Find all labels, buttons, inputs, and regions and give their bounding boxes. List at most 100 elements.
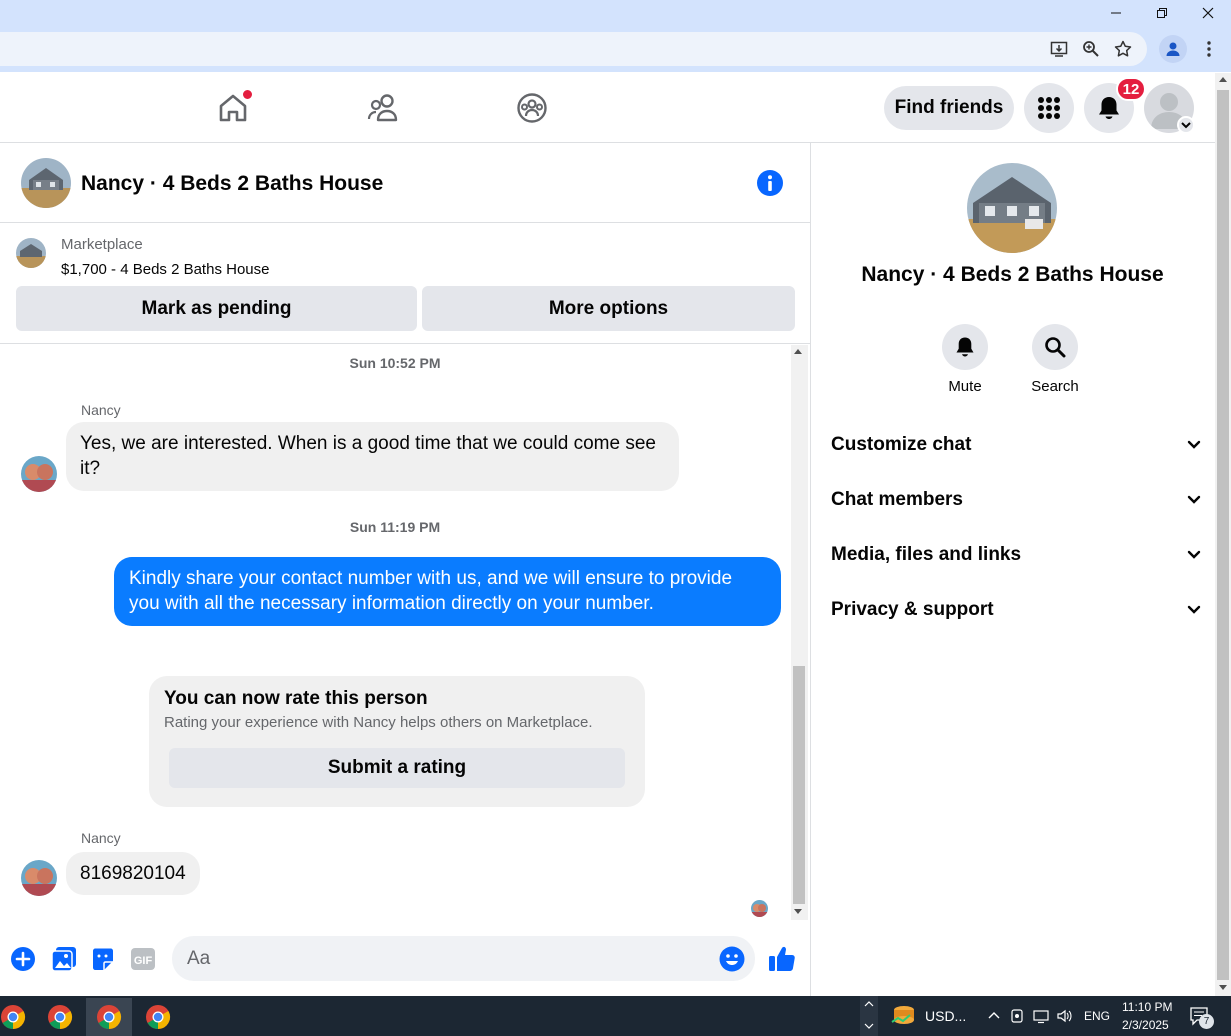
minimize-icon <box>1111 12 1121 14</box>
scroll-up-arrow[interactable] <box>794 349 802 354</box>
bell-icon <box>956 337 974 357</box>
submit-rating-button[interactable]: Submit a rating <box>169 748 625 788</box>
section-label: Customize chat <box>831 434 972 455</box>
conversation-info-button[interactable] <box>757 170 783 196</box>
nav-friends[interactable] <box>363 88 403 128</box>
info-icon <box>768 175 772 191</box>
bell-icon <box>1099 97 1119 119</box>
listing-thumbnail <box>16 238 46 268</box>
sticker-button[interactable] <box>88 944 118 974</box>
house-thumbnail-image <box>967 163 1057 253</box>
taskbar-chrome-4[interactable] <box>135 998 181 1036</box>
home-notification-dot <box>242 89 253 100</box>
taskbar-chrome-2[interactable] <box>37 998 83 1036</box>
message-bubble-incoming[interactable]: Yes, we are interested. When is a good t… <box>66 422 679 491</box>
marketplace-label: Marketplace <box>61 236 143 253</box>
nancy-avatar[interactable] <box>21 860 57 896</box>
message-input[interactable] <box>172 936 692 981</box>
mute-button[interactable] <box>942 324 988 370</box>
section-customize-chat[interactable]: Customize chat <box>831 430 1201 460</box>
mark-as-pending-button[interactable]: Mark as pending <box>16 286 417 331</box>
tray-meet-now[interactable] <box>1010 1008 1024 1024</box>
chevron-down-icon <box>1187 440 1201 449</box>
message-timestamp: Sun 10:52 PM <box>349 355 441 371</box>
section-privacy-support[interactable]: Privacy & support <box>831 595 1201 625</box>
account-menu-chevron[interactable] <box>1177 116 1195 134</box>
notifications-badge: 12 <box>1116 77 1146 101</box>
page-scroll-down-arrow[interactable] <box>1219 985 1227 990</box>
attach-media-button[interactable] <box>49 944 79 974</box>
message-timestamp: Sun 11:19 PM <box>349 519 441 535</box>
zoom-button[interactable] <box>1077 35 1105 63</box>
profile-icon <box>1166 42 1180 56</box>
emoji-button[interactable] <box>719 946 745 972</box>
nancy-avatar[interactable] <box>21 456 57 492</box>
message-bubble-incoming[interactable]: 8169820104 <box>66 852 200 895</box>
emoji-icon <box>719 946 745 972</box>
section-label: Chat members <box>831 489 963 510</box>
install-icon <box>1050 41 1068 57</box>
photo-icon <box>51 947 76 972</box>
taskbar-scroll-area[interactable] <box>860 996 878 1036</box>
taskbar-chrome-1[interactable] <box>0 998 36 1036</box>
search-icon <box>1045 337 1066 358</box>
more-options-button[interactable]: More options <box>422 286 795 331</box>
more-actions-button[interactable] <box>8 944 38 974</box>
profile-button[interactable] <box>1159 35 1187 63</box>
section-label: Media, files and links <box>831 544 1022 565</box>
minimize-button[interactable] <box>1093 0 1139 26</box>
search-button[interactable] <box>1032 324 1078 370</box>
search-action[interactable]: Search <box>1010 324 1100 395</box>
menu-button[interactable] <box>1024 83 1074 133</box>
close-window-button[interactable] <box>1185 0 1231 26</box>
groups-icon <box>517 93 547 123</box>
tray-volume[interactable] <box>1056 1008 1074 1024</box>
action-center-badge: 7 <box>1199 1014 1214 1029</box>
message-bubble-outgoing[interactable]: Kindly share your contact number with us… <box>114 557 781 626</box>
chat-title[interactable]: Nancy · 4 Beds 2 Baths House <box>81 172 383 196</box>
chevron-down-icon <box>1187 495 1201 504</box>
tray-time[interactable]: 11:10 PM <box>1122 1000 1172 1014</box>
tray-overflow-button[interactable] <box>987 1008 1001 1022</box>
person-avatar-image <box>751 900 768 917</box>
chat-scrollbar-thumb[interactable] <box>793 666 805 904</box>
taskbar-chrome-3-active[interactable] <box>86 998 132 1036</box>
apps-grid-icon <box>1038 97 1060 119</box>
scroll-down-arrow[interactable] <box>794 909 802 914</box>
page-scrollbar-thumb[interactable] <box>1217 90 1229 980</box>
chevron-down-icon <box>1181 122 1191 129</box>
address-bar[interactable] <box>0 32 1147 66</box>
close-icon <box>1202 7 1214 19</box>
send-like-button[interactable] <box>767 944 797 974</box>
house-thumbnail-image <box>16 238 46 268</box>
svg-text:GIF: GIF <box>134 955 153 967</box>
restore-button[interactable] <box>1139 0 1185 26</box>
page-scroll-up-arrow[interactable] <box>1219 77 1227 82</box>
person-avatar-image <box>21 456 57 492</box>
chrome-icon <box>48 1005 73 1029</box>
mute-action[interactable]: Mute <box>920 324 1010 395</box>
section-chat-members[interactable]: Chat members <box>831 485 1201 515</box>
find-friends-button[interactable]: Find friends <box>884 86 1014 130</box>
install-app-button[interactable] <box>1045 35 1073 63</box>
tray-network[interactable] <box>1033 1008 1051 1024</box>
section-media-files-links[interactable]: Media, files and links <box>831 540 1201 570</box>
currency-widget-icon-wrap[interactable] <box>890 1004 918 1028</box>
browser-menu-button[interactable] <box>1195 35 1223 63</box>
nav-groups[interactable] <box>512 88 552 128</box>
currency-widget-text[interactable]: USD... <box>925 1008 966 1024</box>
chat-avatar[interactable] <box>21 158 71 208</box>
bookmark-button[interactable] <box>1109 35 1137 63</box>
listing-title[interactable]: $1,700 - 4 Beds 2 Baths House <box>61 261 269 278</box>
tray-date[interactable]: 2/3/2025 <box>1122 1018 1169 1032</box>
gif-button[interactable]: GIF <box>128 944 158 974</box>
meet-icon <box>1011 1009 1023 1023</box>
details-title: Nancy · 4 Beds 2 Baths House <box>861 263 1164 286</box>
house-thumbnail-image <box>21 158 71 208</box>
network-icon <box>1033 1010 1049 1024</box>
person-avatar-image <box>21 860 57 896</box>
search-label: Search <box>1031 378 1079 395</box>
tray-language[interactable]: ENG <box>1084 1009 1110 1023</box>
section-label: Privacy & support <box>831 599 994 620</box>
details-avatar[interactable] <box>967 163 1057 253</box>
